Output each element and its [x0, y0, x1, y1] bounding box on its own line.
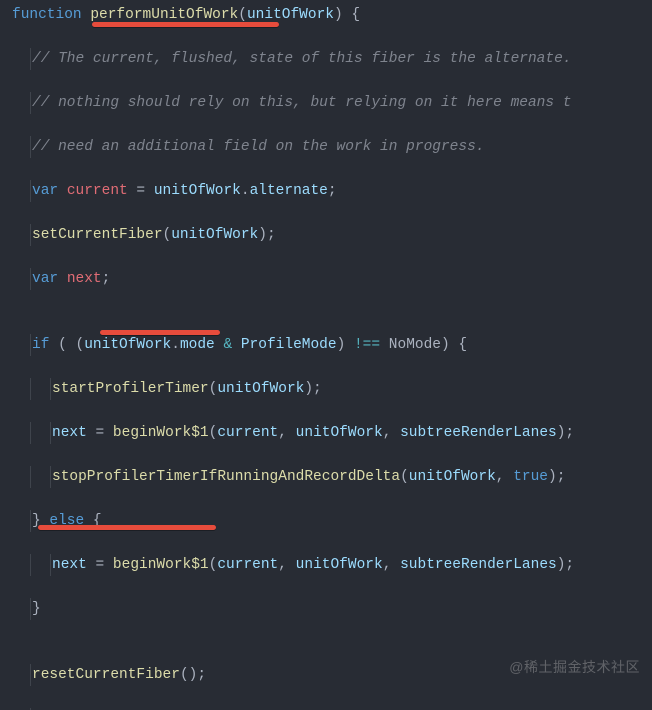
underline-annotation — [92, 22, 279, 27]
watermark: @稀土掘金技术社区 — [509, 656, 640, 678]
code-block: function performUnitOfWork(unitOfWork) {… — [0, 0, 652, 710]
code-line: next = beginWork$1(current, unitOfWork, … — [12, 554, 652, 576]
code-line: // nothing should rely on this, but rely… — [12, 92, 652, 114]
code-line: var next; — [12, 268, 652, 290]
code-line: // need an additional field on the work … — [12, 136, 652, 158]
code-line: // The current, flushed, state of this f… — [12, 48, 652, 70]
code-line: setCurrentFiber(unitOfWork); — [12, 224, 652, 246]
code-line: var current = unitOfWork.alternate; — [12, 180, 652, 202]
underline-annotation — [38, 525, 216, 530]
code-line: if ( (unitOfWork.mode & ProfileMode) !==… — [12, 334, 652, 356]
underline-annotation — [100, 330, 220, 335]
code-line: startProfilerTimer(unitOfWork); — [12, 378, 652, 400]
code-line: next = beginWork$1(current, unitOfWork, … — [12, 422, 652, 444]
code-line: } — [12, 598, 652, 620]
code-line: stopProfilerTimerIfRunningAndRecordDelta… — [12, 466, 652, 488]
